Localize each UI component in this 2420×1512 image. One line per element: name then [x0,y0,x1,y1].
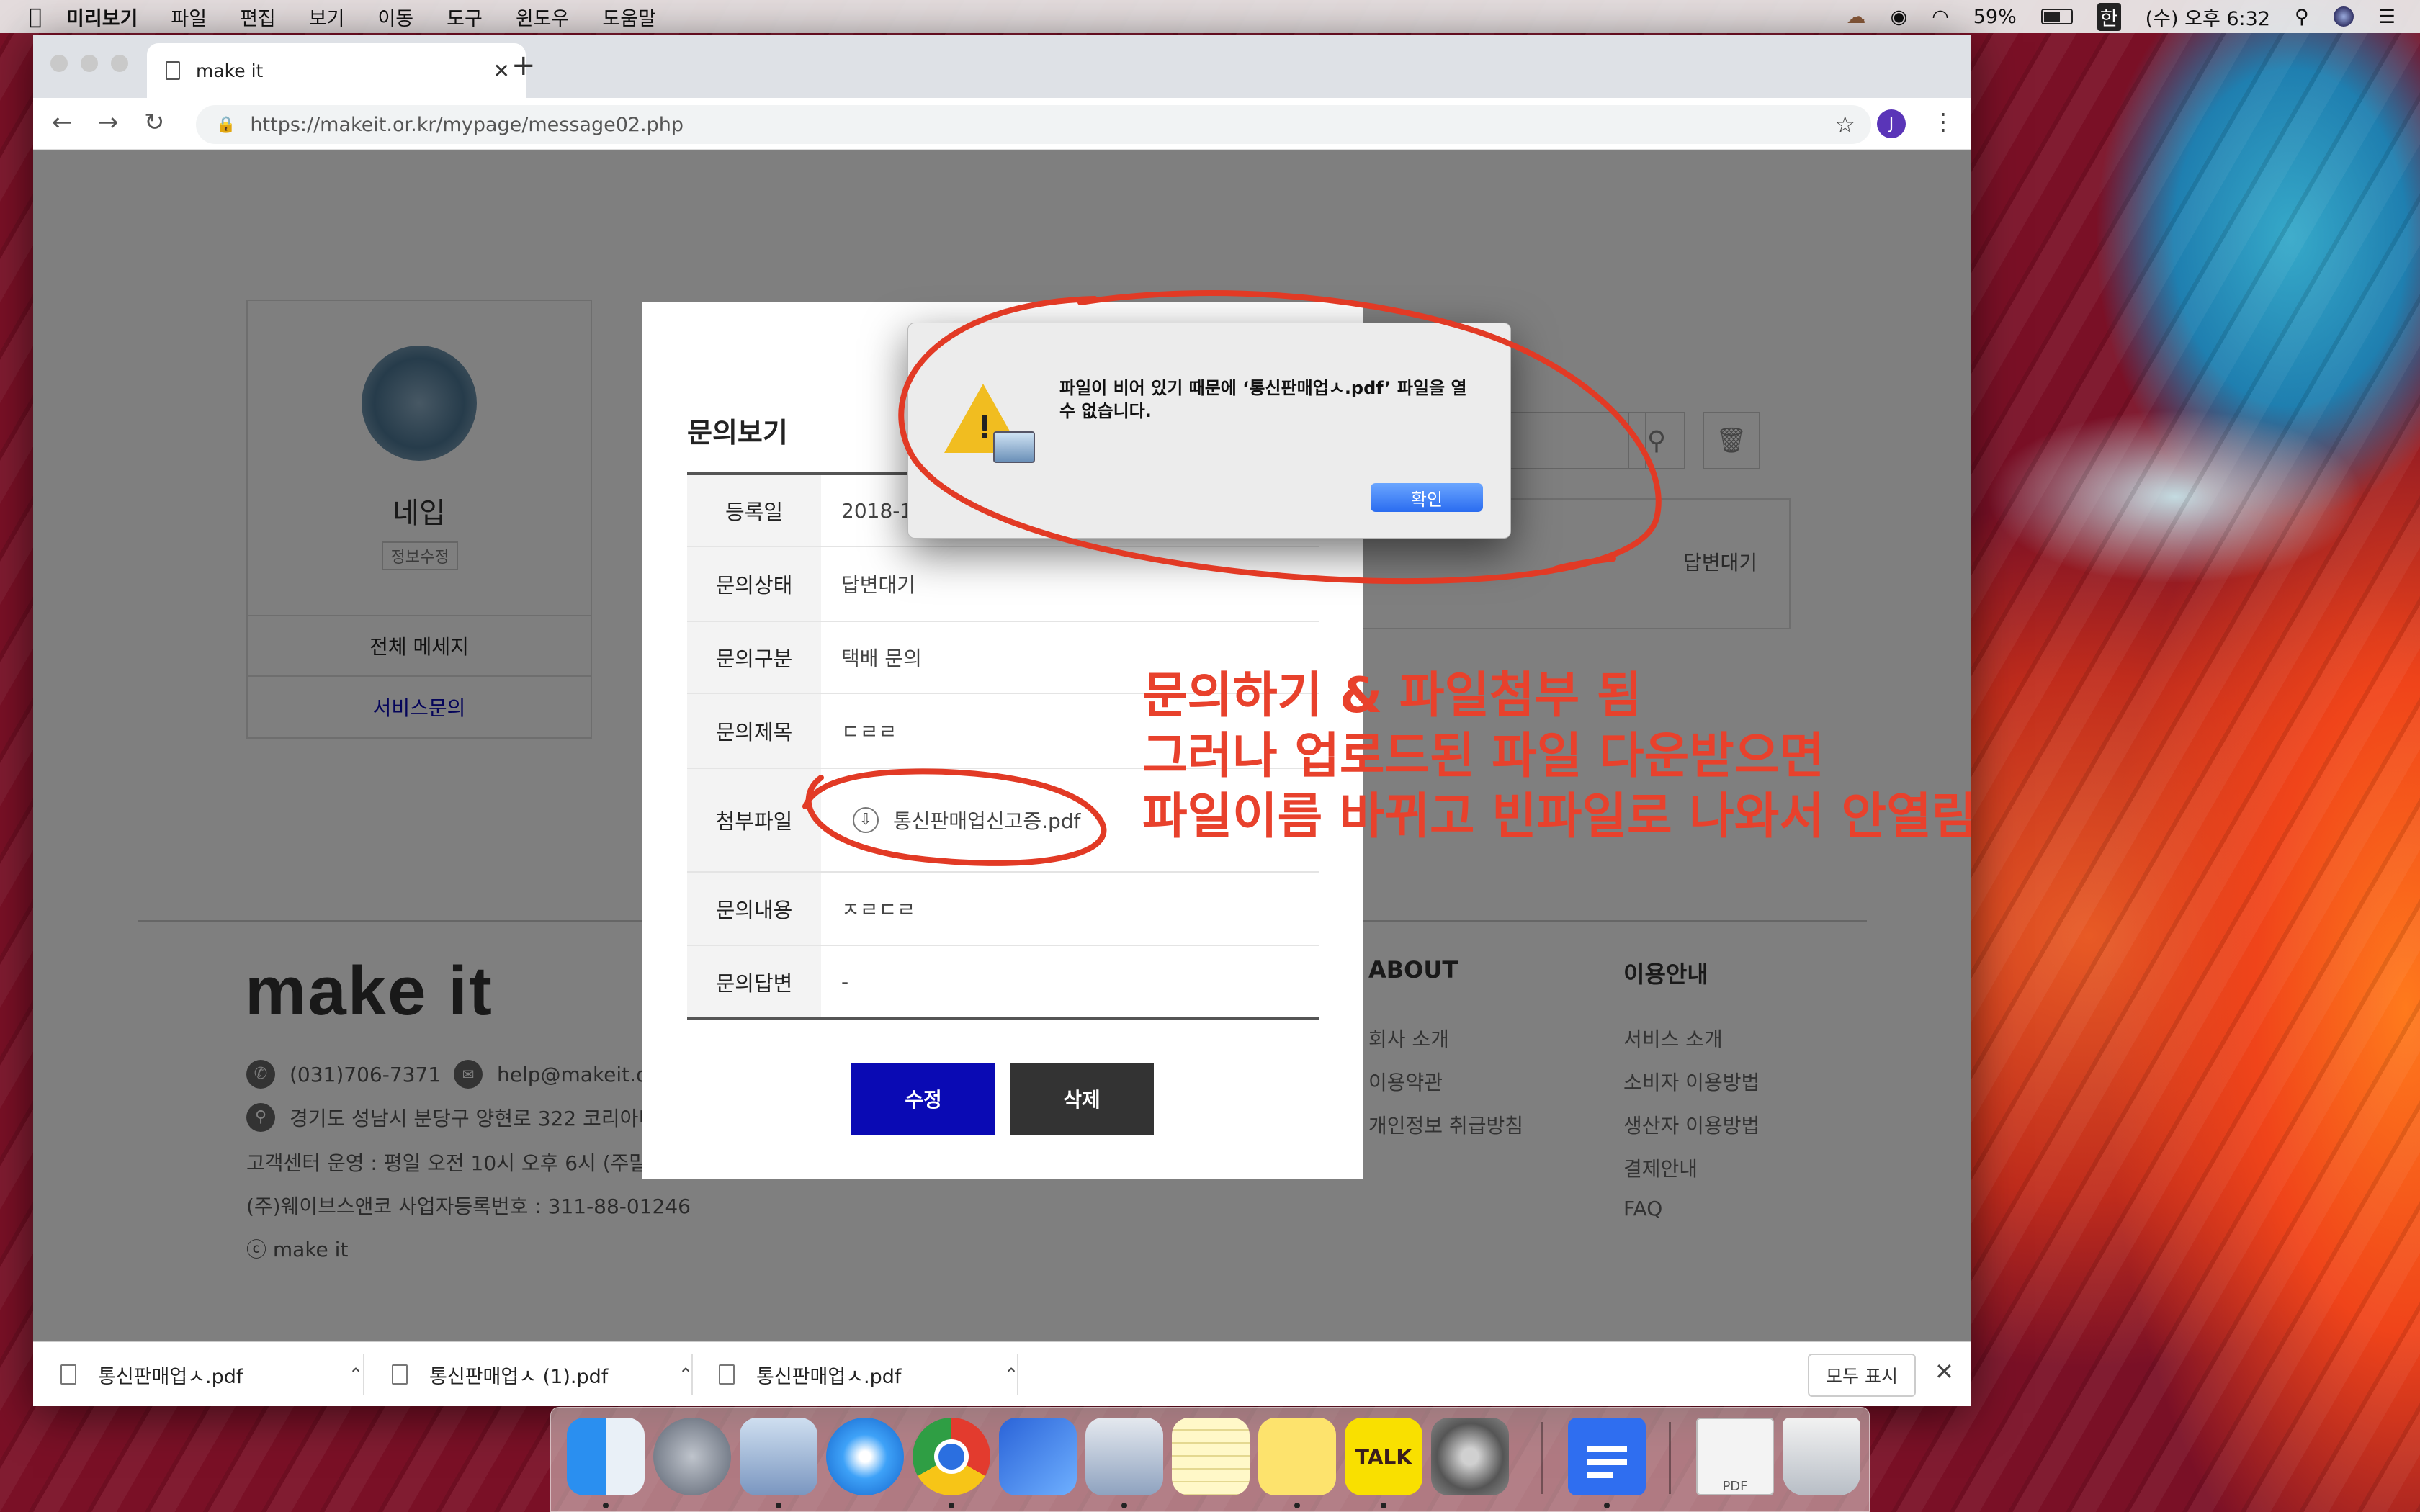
running-indicator [949,1503,954,1508]
annotation-line-2: 그러나 업로드된 파일 다운받으면 [1142,728,1824,785]
kakaotalk-icon[interactable]: TALK [1345,1418,1422,1495]
running-indicator [1604,1503,1610,1508]
image-capture-icon[interactable] [1085,1418,1163,1495]
google-docs-icon[interactable] [1568,1418,1646,1495]
chrome-icon[interactable] [913,1418,990,1495]
safari-icon[interactable] [826,1418,904,1495]
running-indicator [776,1503,781,1508]
documents-app-icon[interactable] [999,1418,1077,1495]
running-indicator [1381,1503,1386,1508]
launchpad-icon[interactable] [653,1418,731,1495]
stickies-icon[interactable] [1258,1418,1336,1495]
running-indicator [603,1503,609,1508]
attachment-circle-scribble [802,768,1107,866]
preview-mail-icon[interactable] [740,1418,817,1495]
trash-icon[interactable] [1783,1418,1860,1495]
finder-icon[interactable] [567,1418,645,1495]
alert-circle-scribble [898,290,1662,585]
pdf-document-icon[interactable]: PDF [1696,1418,1774,1495]
running-indicator [1121,1503,1127,1508]
notes-icon[interactable] [1172,1418,1250,1495]
running-indicator [1294,1503,1300,1508]
macos-dock: TALK PDF [550,1407,1870,1512]
system-preferences-icon[interactable] [1431,1418,1509,1495]
annotation-line-1: 문의하기 & 파일첨부 됨 [1142,667,1642,724]
annotation-line-3: 파일이름 바뀌고 빈파일로 나와서 안열림 [1142,788,1977,845]
alert-circle-tail [1553,556,1616,572]
